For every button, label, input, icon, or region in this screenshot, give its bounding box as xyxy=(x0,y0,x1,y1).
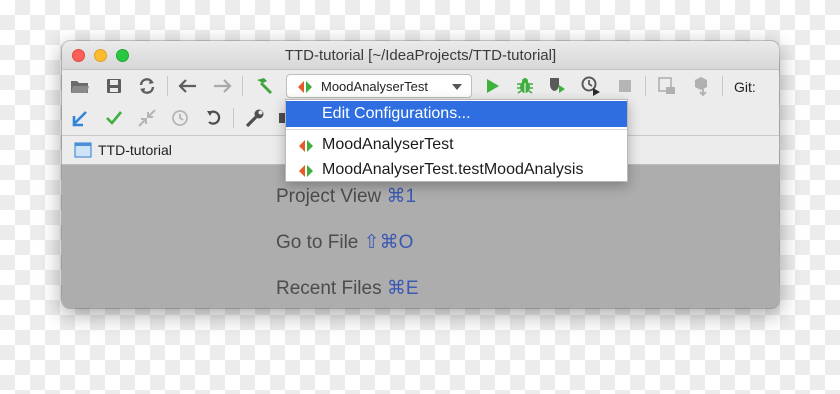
profile-icon[interactable] xyxy=(579,74,603,98)
debug-icon[interactable] xyxy=(513,74,537,98)
hint-shortcut: ⌘1 xyxy=(386,186,417,207)
coverage-icon[interactable] xyxy=(545,74,569,98)
menu-item-label: MoodAnalyserTest xyxy=(322,136,454,153)
edit-configurations-item[interactable]: Edit Configurations... xyxy=(286,101,627,127)
project-folder-icon xyxy=(74,142,92,158)
hint-label: Go to File xyxy=(276,232,359,253)
test-config-icon xyxy=(299,140,313,152)
toolbar-separator xyxy=(722,76,723,96)
window-title: TTD-tutorial [~/IdeaProjects/TTD-tutoria… xyxy=(284,47,557,64)
hint-go-to-file: Go to File ⇧⌘O xyxy=(276,231,413,254)
chevron-down-icon xyxy=(452,84,462,90)
save-icon[interactable] xyxy=(102,74,126,98)
sync-icon[interactable] xyxy=(135,74,159,98)
history-icon[interactable] xyxy=(168,106,192,130)
toolbar-separator xyxy=(645,76,646,96)
hint-shortcut: ⇧⌘O xyxy=(363,232,414,253)
config-item-test-mood-analysis[interactable]: MoodAnalyserTest.testMoodAnalysis xyxy=(286,157,627,183)
run-configurations-popup: Edit Configurations... MoodAnalyserTest … xyxy=(285,99,628,182)
run-configuration-label: MoodAnalyserTest xyxy=(321,79,428,94)
hint-shortcut: ⌘E xyxy=(386,278,419,299)
menu-item-label: Edit Configurations... xyxy=(322,105,471,122)
run-configuration-selector[interactable]: MoodAnalyserTest xyxy=(286,74,472,98)
hint-label: Project View xyxy=(276,186,382,207)
sdk-icon[interactable] xyxy=(689,74,713,98)
build-hammer-icon[interactable] xyxy=(252,74,276,98)
breadcrumb-project[interactable]: TTD-tutorial xyxy=(98,142,172,158)
test-config-icon xyxy=(298,81,312,93)
menu-separator xyxy=(286,129,627,130)
settings-wrench-icon[interactable] xyxy=(243,106,267,130)
project-structure-icon[interactable] xyxy=(655,74,679,98)
forward-icon[interactable] xyxy=(210,74,234,98)
hint-recent-files: Recent Files ⌘E xyxy=(276,277,419,300)
toolbar-separator xyxy=(233,108,234,128)
vcs-compare-icon[interactable] xyxy=(135,106,159,130)
toolbar-separator xyxy=(167,76,168,96)
main-toolbar: MoodAnalyserTest Git: xyxy=(62,70,779,102)
git-label: Git: xyxy=(734,79,756,95)
back-icon[interactable] xyxy=(176,74,200,98)
title-bar: TTD-tutorial [~/IdeaProjects/TTD-tutoria… xyxy=(62,41,779,70)
revert-icon[interactable] xyxy=(202,106,226,130)
vcs-update-icon[interactable] xyxy=(68,106,92,130)
vcs-commit-icon[interactable] xyxy=(102,106,126,130)
config-item-mood-analyser-test[interactable]: MoodAnalyserTest xyxy=(286,132,627,158)
toolbar-separator xyxy=(242,76,243,96)
menu-item-label: MoodAnalyserTest.testMoodAnalysis xyxy=(322,161,584,178)
hint-project-view: Project View ⌘1 xyxy=(276,185,416,208)
stop-icon[interactable] xyxy=(613,74,637,98)
hint-label: Recent Files xyxy=(276,278,382,299)
test-config-icon xyxy=(299,165,313,177)
run-icon[interactable] xyxy=(481,74,505,98)
open-folder-icon[interactable] xyxy=(68,74,92,98)
